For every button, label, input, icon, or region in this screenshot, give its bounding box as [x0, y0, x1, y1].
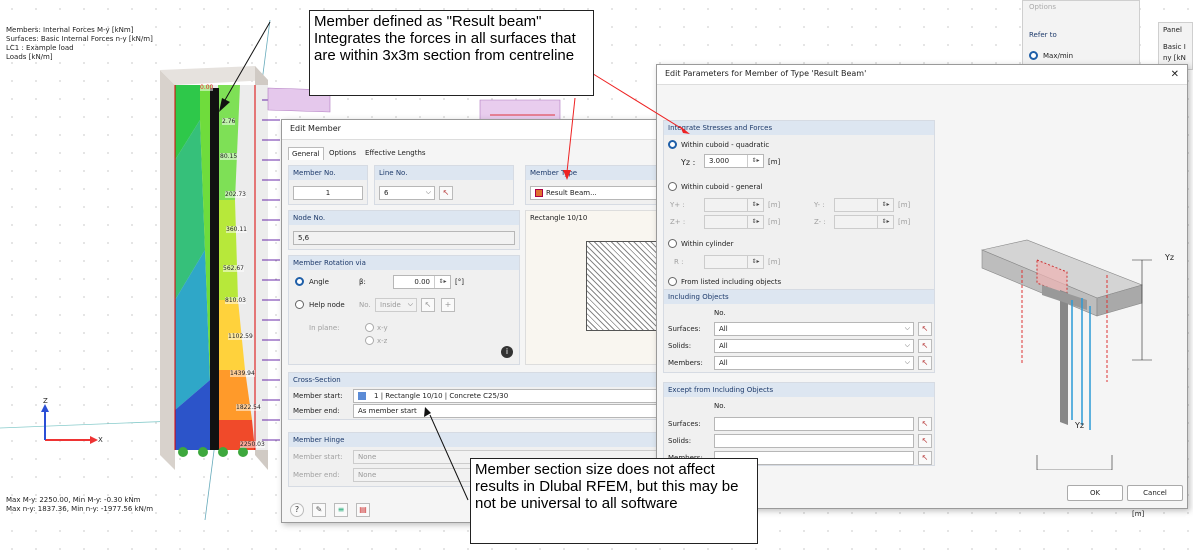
callout-result-beam: Member defined as "Result beam" Integrat…	[309, 10, 594, 96]
callout-section-size: Member section size does not affect resu…	[470, 458, 758, 544]
